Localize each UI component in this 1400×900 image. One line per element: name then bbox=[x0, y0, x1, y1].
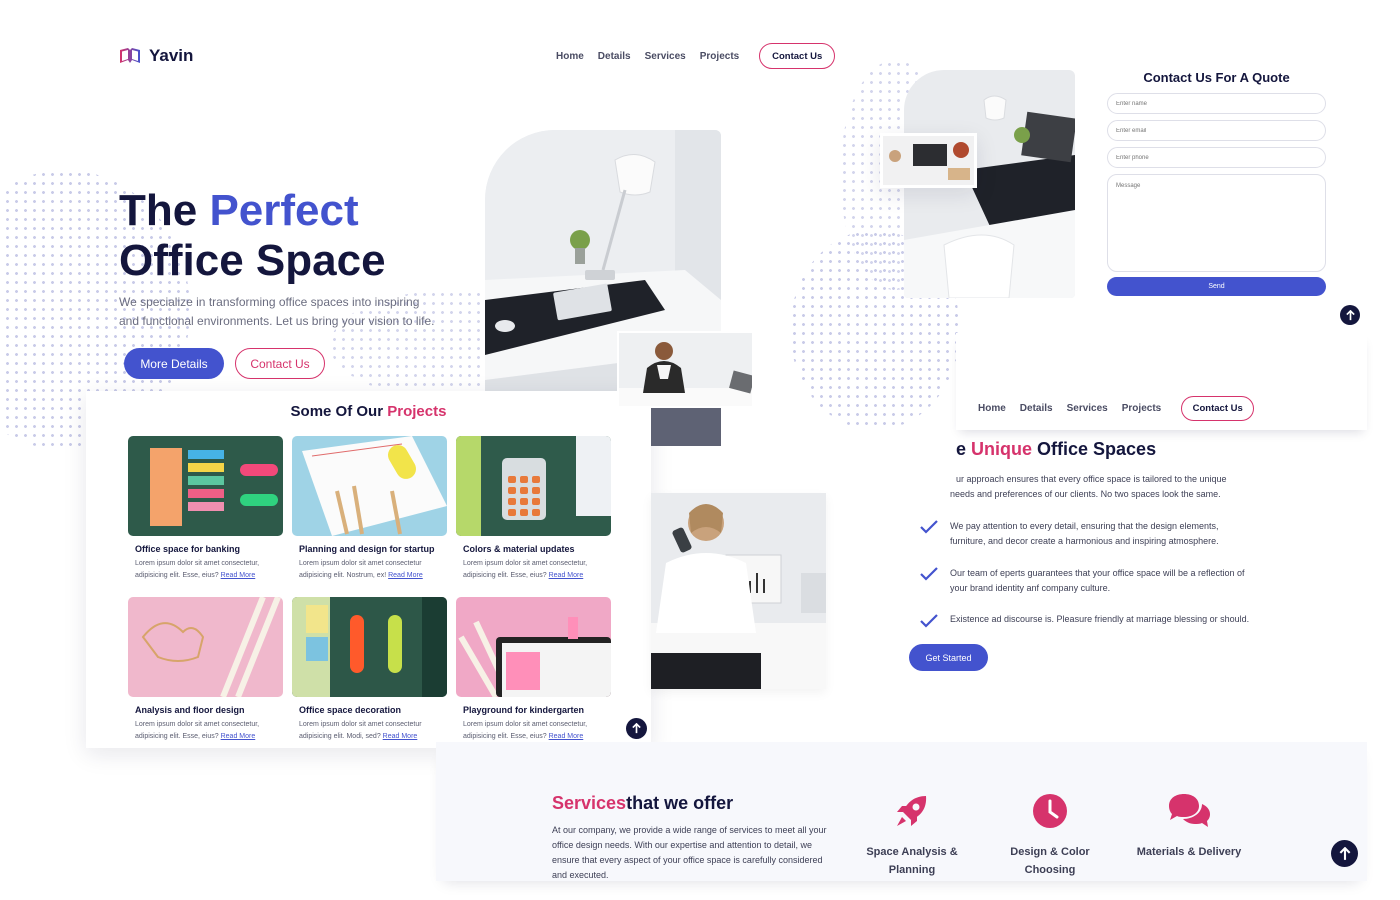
service-item[interactable]: Materials & Delivery bbox=[1129, 792, 1249, 861]
get-started-button[interactable]: Get Started bbox=[909, 644, 988, 671]
quote-phone-input[interactable] bbox=[1107, 147, 1326, 168]
project-description: Lorem ipsum dolor sit amet consectetur a… bbox=[299, 560, 423, 579]
unique-intro: ur approach ensures that every office sp… bbox=[950, 474, 1227, 499]
unique-point: Existence ad discourse is. Pleasure frie… bbox=[950, 614, 1250, 624]
more-details-button[interactable]: More Details bbox=[124, 348, 224, 379]
quote-email-input[interactable] bbox=[1107, 120, 1326, 141]
projects-panel: Some Of Our Projects Office space for ba… bbox=[86, 391, 651, 748]
woman-desk-photo bbox=[617, 331, 754, 408]
nav-projects[interactable]: Projects bbox=[700, 51, 739, 62]
read-more-link[interactable]: Read More bbox=[221, 572, 256, 579]
project-description: Lorem ipsum dolor sit amet consectetur, … bbox=[135, 560, 260, 579]
project-title: Office space for banking bbox=[135, 544, 241, 554]
project-title: Colors & material updates bbox=[463, 544, 575, 554]
service-item[interactable]: Design & Color Choosing bbox=[990, 792, 1110, 879]
nav-services[interactable]: Services bbox=[1067, 403, 1108, 414]
arrow-up-icon bbox=[1339, 846, 1350, 860]
hero-contact-button[interactable]: Contact Us bbox=[235, 348, 325, 379]
services-description: At our company, we provide a wide range … bbox=[552, 825, 827, 880]
hero-description: We specialize in transforming office spa… bbox=[119, 295, 435, 328]
scroll-top-button[interactable] bbox=[1331, 840, 1358, 867]
service-item[interactable]: Space Analysis & Planning bbox=[852, 792, 972, 879]
project-image bbox=[456, 436, 611, 536]
nav-details[interactable]: Details bbox=[1020, 403, 1053, 414]
nav-home[interactable]: Home bbox=[978, 403, 1006, 414]
project-description: Lorem ipsum dolor sit amet consectetur, … bbox=[135, 721, 260, 740]
brand-logo[interactable]: Yavin bbox=[119, 46, 193, 66]
desk-strip-photo bbox=[651, 408, 721, 446]
clock-icon bbox=[1033, 794, 1067, 828]
nav-home[interactable]: Home bbox=[556, 51, 584, 62]
project-title: Planning and design for startup bbox=[299, 544, 435, 554]
chat-bubbles-icon bbox=[1169, 794, 1210, 827]
service-label: Space Analysis & Planning bbox=[866, 846, 958, 876]
service-label: Materials & Delivery bbox=[1136, 846, 1242, 858]
quote-message-input[interactable] bbox=[1107, 174, 1326, 272]
read-more-link[interactable]: Read More bbox=[549, 733, 584, 740]
rocket-icon bbox=[897, 796, 927, 826]
read-more-link[interactable]: Read More bbox=[549, 572, 584, 579]
brand-name: Yavin bbox=[149, 46, 194, 65]
unique-title: e Unique Office Spaces bbox=[956, 439, 1157, 459]
project-image bbox=[128, 436, 283, 536]
project-title: Analysis and floor design bbox=[135, 705, 245, 715]
project-image bbox=[292, 597, 447, 697]
read-more-link[interactable]: Read More bbox=[388, 572, 423, 579]
book-logo-icon bbox=[120, 48, 140, 63]
read-more-link[interactable]: Read More bbox=[383, 733, 418, 740]
nav-contact-button[interactable]: Contact Us bbox=[759, 43, 836, 69]
nav-projects[interactable]: Projects bbox=[1122, 403, 1161, 414]
send-button[interactable]: Send bbox=[1107, 277, 1326, 296]
project-description: Lorem ipsum dolor sit amet consectetur a… bbox=[299, 721, 422, 740]
project-card[interactable]: Playground for kindergarten Lorem ipsum … bbox=[456, 597, 611, 742]
woman-phone-photo bbox=[651, 493, 826, 689]
project-card[interactable]: Office space for banking Lorem ipsum dol… bbox=[128, 436, 283, 581]
hero-title: The Perfect Office Space bbox=[119, 186, 386, 285]
scroll-top-button[interactable] bbox=[626, 718, 647, 739]
flatlay-photo bbox=[880, 133, 977, 188]
projects-title: Some Of Our Projects bbox=[290, 403, 447, 420]
project-image bbox=[128, 597, 283, 697]
service-label: Design & Color Choosing bbox=[1010, 846, 1090, 876]
arrow-up-icon bbox=[632, 723, 641, 734]
project-image bbox=[456, 597, 611, 697]
nav-contact-button[interactable]: Contact Us bbox=[1181, 396, 1255, 421]
check-icon bbox=[920, 614, 938, 628]
project-card[interactable]: Colors & material updates Lorem ipsum do… bbox=[456, 436, 611, 581]
nav-services[interactable]: Services bbox=[645, 51, 686, 62]
arrow-up-icon bbox=[1345, 309, 1355, 320]
nav-details[interactable]: Details bbox=[598, 51, 631, 62]
check-icon bbox=[920, 520, 938, 534]
read-more-link[interactable]: Read More bbox=[221, 733, 256, 740]
project-description: Lorem ipsum dolor sit amet consectetur, … bbox=[463, 721, 588, 740]
project-card[interactable]: Office space decoration Lorem ipsum dolo… bbox=[292, 597, 447, 742]
project-title: Playground for kindergarten bbox=[463, 705, 585, 715]
unique-nav: Home Details Services Projects Contact U… bbox=[978, 396, 1255, 421]
project-description: Lorem ipsum dolor sit amet consectetur, … bbox=[463, 560, 588, 579]
check-icon bbox=[920, 567, 938, 581]
services-title: Servicesthat we offer bbox=[552, 793, 734, 813]
quote-form-title: Contact Us For A Quote bbox=[1143, 70, 1290, 85]
main-nav: Home Details Services Projects Contact U… bbox=[556, 43, 836, 69]
project-card[interactable]: Analysis and floor design Lorem ipsum do… bbox=[128, 597, 283, 742]
unique-point: We pay attention to every detail, ensuri… bbox=[950, 521, 1219, 546]
project-title: Office space decoration bbox=[299, 705, 402, 715]
project-card[interactable]: Planning and design for startup Lorem ip… bbox=[292, 436, 447, 581]
quote-name-input[interactable] bbox=[1107, 93, 1326, 114]
project-image bbox=[292, 436, 447, 536]
unique-point: Our team of eperts guarantees that your … bbox=[950, 568, 1245, 593]
scroll-top-button[interactable] bbox=[1340, 305, 1360, 325]
